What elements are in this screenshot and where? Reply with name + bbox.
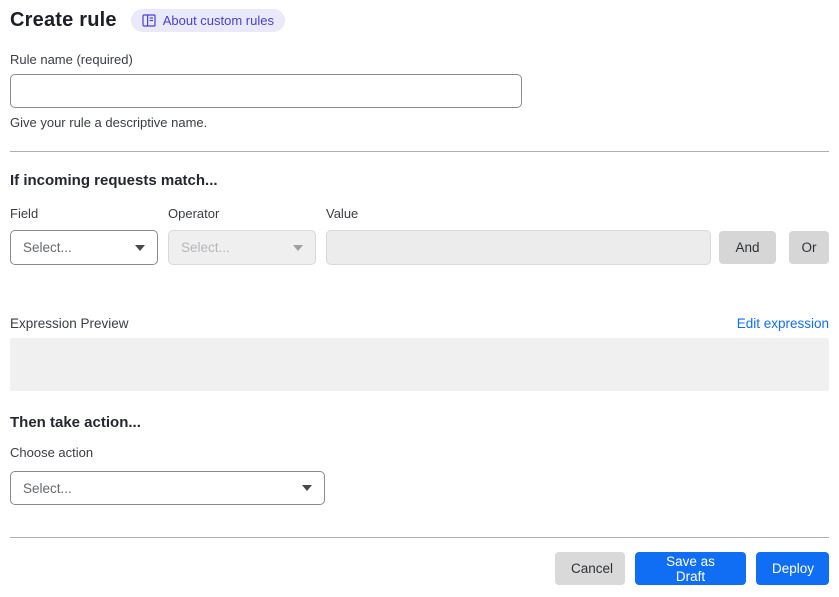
or-button[interactable]: Or [789,231,829,264]
chevron-down-icon [302,485,312,491]
field-select-value: Select... [23,240,72,255]
deploy-button[interactable]: Deploy [756,552,829,585]
rule-name-helper-text: Give your rule a descriptive name. [10,115,208,130]
field-label: Field [10,206,39,221]
about-badge-label: About custom rules [162,13,274,28]
choose-action-label: Choose action [10,445,94,460]
chevron-down-icon [135,244,145,251]
action-section-heading: Then take action... [10,414,141,431]
page-header: Create rule About custom rules [10,9,829,32]
chevron-down-icon [293,244,303,251]
operator-label: Operator [168,206,220,221]
section-divider [10,151,829,152]
expression-preview-header: Expression Preview Edit expression [10,316,829,331]
operator-select: Select... [168,230,316,265]
expression-preview-label: Expression Preview [10,316,129,331]
match-section-heading: If incoming requests match... [10,172,218,189]
rule-name-label: Rule name (required) [10,52,133,67]
edit-expression-link[interactable]: Edit expression [737,316,829,331]
choose-action-select[interactable]: Select... [10,471,325,505]
operator-select-value: Select... [181,240,230,255]
about-custom-rules-link[interactable]: About custom rules [130,9,285,32]
field-select[interactable]: Select... [10,230,158,265]
footer-actions: Cancel Save as Draft Deploy [10,552,829,585]
choose-action-select-value: Select... [23,480,72,496]
and-button[interactable]: And [719,231,776,264]
footer-divider [10,537,829,538]
page-title: Create rule [10,9,117,31]
cancel-button[interactable]: Cancel [555,552,625,585]
rule-name-input[interactable] [10,74,522,108]
expression-preview-box [10,338,829,391]
match-column-labels: Field Operator Value [10,206,829,222]
match-condition-row: Select... Select... And Or [10,230,829,265]
value-label: Value [326,206,359,221]
rule-name-section: Rule name (required) Give your rule a de… [10,52,829,131]
value-input [326,230,711,265]
save-as-draft-button[interactable]: Save as Draft [635,552,746,585]
book-icon [142,14,156,27]
